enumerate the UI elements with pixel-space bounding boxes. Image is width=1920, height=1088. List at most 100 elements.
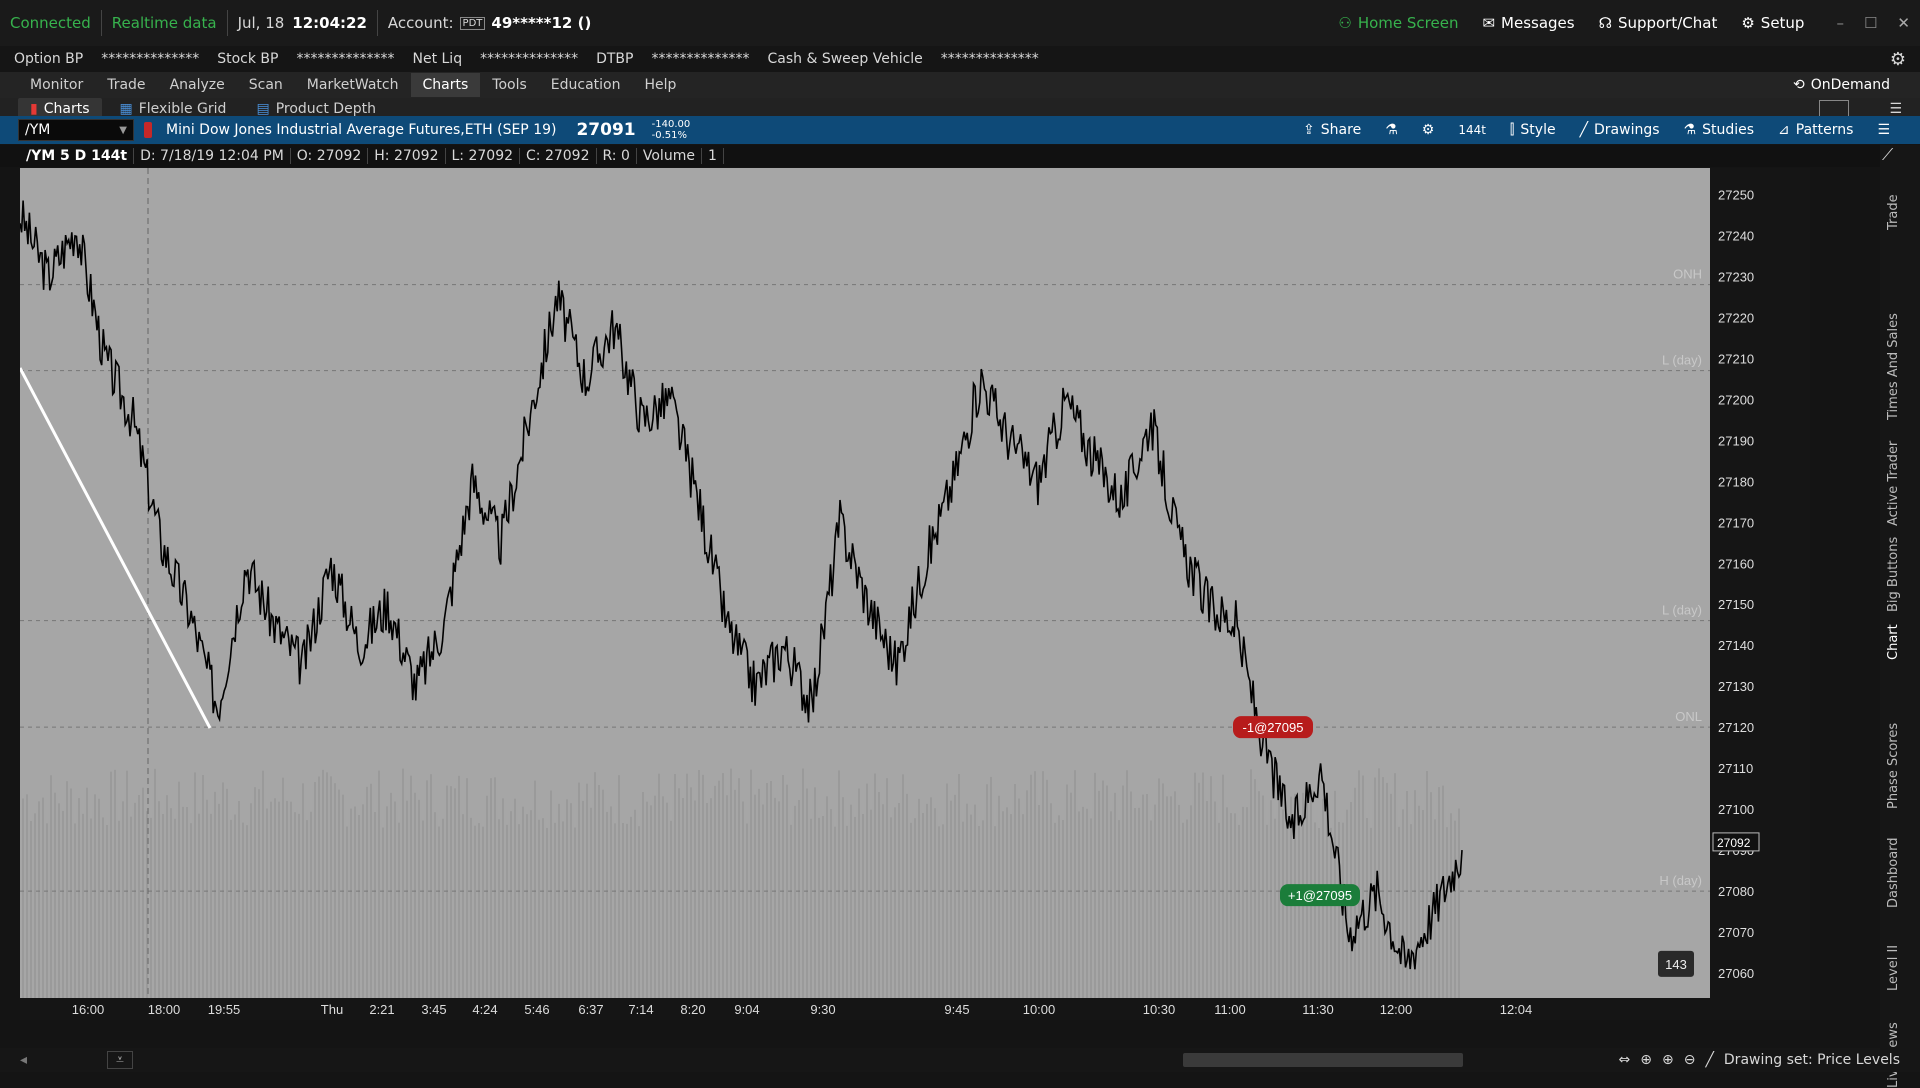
- crosshair-icon[interactable]: ⊕: [1640, 1052, 1652, 1068]
- volume-bar: [214, 791, 216, 1008]
- zoom-out-icon[interactable]: ⊖: [1684, 1052, 1696, 1068]
- volume-value: 1: [702, 148, 724, 164]
- volume-bar: [366, 786, 368, 1008]
- volume-bar: [1046, 779, 1048, 1008]
- volume-bar: [646, 801, 648, 1008]
- right-tab-times-and-sales[interactable]: Times And Sales: [1886, 313, 1901, 420]
- maximize-button[interactable]: ☐: [1864, 14, 1877, 32]
- volume-bar: [654, 795, 656, 1008]
- volume-bar: [1074, 770, 1076, 1008]
- pencil-icon: ╱: [1579, 122, 1589, 138]
- zoom-in-icon[interactable]: ⊕: [1662, 1052, 1674, 1068]
- menu-tools[interactable]: Tools: [480, 73, 539, 97]
- volume-bar: [566, 799, 568, 1008]
- volume-bar: [1114, 792, 1116, 1008]
- volume-bar: [254, 787, 256, 1008]
- minimize-button[interactable]: –: [1836, 14, 1844, 32]
- patterns-button[interactable]: ⊿ Patterns: [1766, 122, 1865, 138]
- horizontal-scrollbar[interactable]: [1182, 1053, 1463, 1067]
- volume-bar: [666, 802, 668, 1008]
- volume-bar: [682, 798, 684, 1008]
- messages-button[interactable]: ✉ Messages: [1470, 14, 1586, 32]
- chart-menu-button[interactable]: ☰: [1865, 122, 1902, 138]
- volume-bar: [166, 795, 168, 1008]
- volume-bar: [126, 770, 128, 1008]
- expand-panel-icon[interactable]: ⩡: [107, 1051, 133, 1069]
- dtbp-value: **************: [651, 51, 750, 67]
- setup-button[interactable]: ⚙ Setup: [1729, 14, 1816, 32]
- volume-bar: [954, 794, 956, 1008]
- style-button[interactable]: ⫿ Style: [1498, 122, 1568, 138]
- right-tab-phase-scores[interactable]: Phase Scores: [1886, 723, 1901, 809]
- volume-bar: [1138, 807, 1140, 1008]
- volume-bar: [1026, 790, 1028, 1008]
- scroll-left-icon[interactable]: ◂: [20, 1052, 27, 1068]
- volume-bar: [486, 795, 488, 1008]
- support-chat-button[interactable]: ☊ Support/Chat: [1587, 14, 1730, 32]
- volume-bar: [374, 811, 376, 1008]
- volume-bar: [406, 800, 408, 1008]
- volume-label: Volume: [637, 148, 702, 164]
- right-tab-level-ii[interactable]: Level II: [1886, 945, 1901, 991]
- volume-bar: [638, 826, 640, 1008]
- home-screen-button[interactable]: ⚇ Home Screen: [1326, 14, 1470, 32]
- ondemand-label: OnDemand: [1810, 77, 1890, 93]
- drawing-tool-icon[interactable]: ╱: [1705, 1052, 1713, 1068]
- menu-monitor[interactable]: Monitor: [18, 73, 95, 97]
- right-tab-active-trader[interactable]: Active Trader: [1886, 441, 1901, 526]
- volume-bar: [282, 777, 284, 1008]
- candle-icon: ⫿: [1509, 122, 1515, 138]
- volume-bar: [542, 818, 544, 1008]
- list-menu-icon[interactable]: ☰: [1889, 101, 1902, 117]
- drawings-button[interactable]: ╱ Drawings: [1568, 122, 1672, 138]
- account-number[interactable]: 49*****12 (): [491, 14, 591, 32]
- volume-bar: [1122, 785, 1124, 1008]
- pan-icon[interactable]: ⇔: [1619, 1052, 1631, 1068]
- menu-charts[interactable]: Charts: [410, 73, 481, 97]
- volume-bar: [1410, 824, 1412, 1008]
- drawing-set-label[interactable]: Drawing set: Price Levels: [1724, 1052, 1900, 1068]
- collapse-icon[interactable]: ⟋: [1882, 145, 1893, 165]
- menu-marketwatch[interactable]: MarketWatch: [295, 73, 411, 97]
- share-button[interactable]: ⇪ Share: [1291, 122, 1373, 138]
- volume-bar: [1162, 783, 1164, 1008]
- studies-button[interactable]: ⚗ Studies: [1672, 122, 1767, 138]
- volume-bar: [58, 803, 60, 1008]
- volume-bar: [1266, 824, 1268, 1008]
- price-chart[interactable]: ONH L (day) L (day) ONL H (day) -1@27095 +1@2…: [20, 168, 1810, 1020]
- volume-bar: [386, 806, 388, 1008]
- volume-bar: [150, 817, 152, 1008]
- chart-settings-button[interactable]: ⚙: [1410, 122, 1447, 138]
- settings-gear-icon[interactable]: ⚙: [1890, 49, 1906, 70]
- option-bp-value: **************: [101, 51, 200, 67]
- right-tab-chart[interactable]: Chart: [1886, 624, 1901, 660]
- time-tick-label: 4:24: [472, 1002, 497, 1017]
- symbol-input[interactable]: /YM ▼: [18, 119, 134, 141]
- time-tick-label: 9:45: [944, 1002, 969, 1017]
- volume-bar: [1206, 801, 1208, 1008]
- price-tick-label: 27230: [1718, 269, 1754, 284]
- volume-bar: [46, 823, 48, 1008]
- menu-help[interactable]: Help: [632, 73, 688, 97]
- right-tab-big-buttons[interactable]: Big Buttons: [1886, 537, 1901, 612]
- volume-bar: [658, 773, 660, 1008]
- volume-bar: [530, 810, 532, 1008]
- volume-bar: [1234, 813, 1236, 1008]
- volume-bar: [606, 811, 608, 1008]
- right-tab-dashboard[interactable]: Dashboard: [1886, 837, 1901, 908]
- menu-education[interactable]: Education: [539, 73, 633, 97]
- volume-bar: [670, 820, 672, 1008]
- ondemand-button[interactable]: ⟲ OnDemand: [1781, 77, 1902, 93]
- link-color-icon[interactable]: [144, 122, 152, 138]
- right-tab-trade[interactable]: Trade: [1886, 194, 1901, 230]
- menu-analyze[interactable]: Analyze: [158, 73, 237, 97]
- menu-trade[interactable]: Trade: [95, 73, 157, 97]
- volume-bar: [806, 788, 808, 1008]
- volume-bar: [990, 776, 992, 1008]
- close-button[interactable]: ✕: [1897, 14, 1910, 32]
- menu-scan[interactable]: Scan: [237, 73, 295, 97]
- aggregation-button[interactable]: 144t: [1446, 123, 1498, 137]
- volume-bar: [978, 826, 980, 1008]
- flask-button[interactable]: ⚗: [1373, 122, 1410, 138]
- realtime-status[interactable]: Realtime data: [112, 14, 217, 32]
